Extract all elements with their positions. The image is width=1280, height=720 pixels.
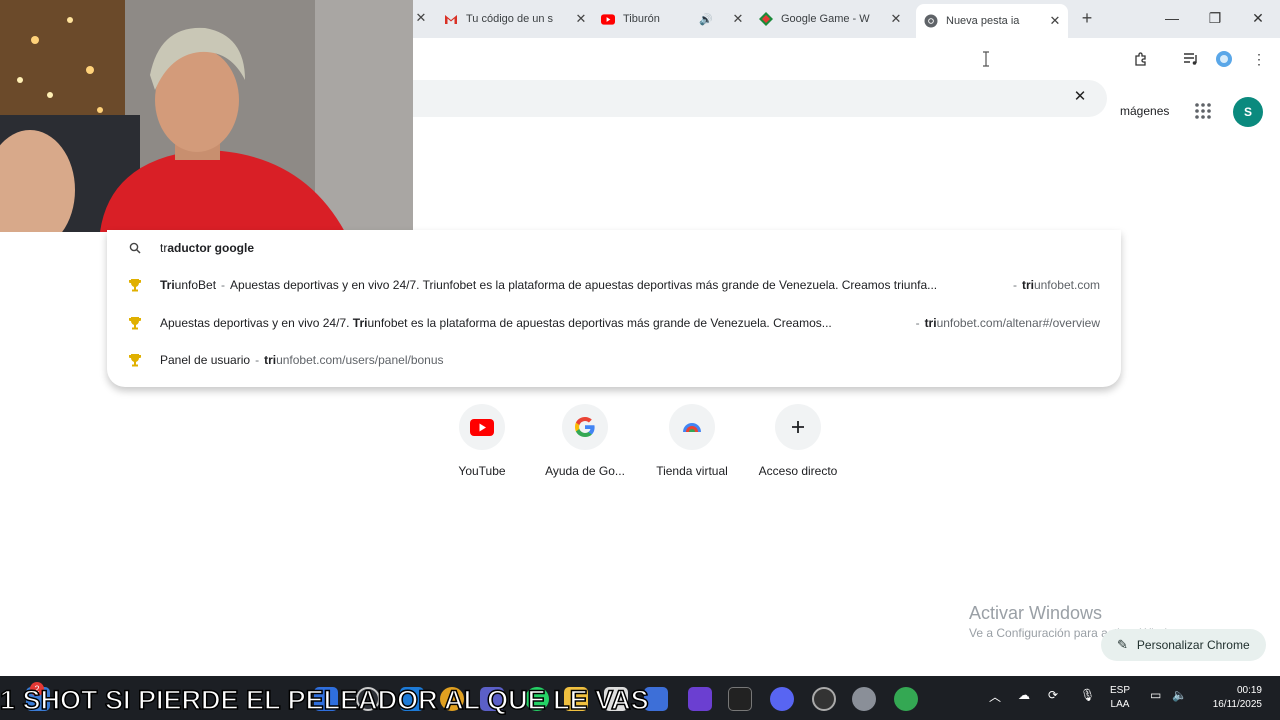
keyboard-layout: LAA bbox=[1110, 699, 1130, 710]
app-icon[interactable] bbox=[688, 687, 712, 711]
shortcut-label: Ayuda de Go... bbox=[545, 464, 625, 478]
plus-icon bbox=[775, 404, 821, 450]
suggestion-url: - triunfobet.com/altenar#/overview bbox=[915, 316, 1100, 330]
clock[interactable]: 00:19 16/11/2025 bbox=[1200, 684, 1262, 712]
close-tab-icon[interactable]: ✕ bbox=[889, 12, 903, 26]
trophy-icon bbox=[127, 315, 143, 331]
youtube-icon bbox=[601, 12, 615, 26]
shortcut-store[interactable]: Tienda virtual bbox=[637, 404, 747, 478]
customize-label: Personalizar Chrome bbox=[1136, 638, 1250, 652]
suggestion-history[interactable]: Apuestas deportivas y en vivo 24/7. Triu… bbox=[107, 305, 1121, 341]
discord-icon[interactable] bbox=[770, 687, 794, 711]
text-cursor-icon bbox=[976, 49, 996, 69]
close-tab-icon[interactable]: ✕ bbox=[574, 12, 588, 26]
images-link[interactable]: mágenes bbox=[1120, 104, 1169, 118]
media-control-icon[interactable] bbox=[1181, 49, 1201, 69]
suggestion-url: - triunfobet.com bbox=[1012, 278, 1100, 292]
sync-icon[interactable]: ⟳ bbox=[1048, 688, 1058, 702]
volume-icon[interactable]: 🔈 bbox=[1172, 688, 1187, 702]
trophy-icon bbox=[127, 277, 143, 293]
omnibox-suggestions: traductor google TriunfoBet - Apuestas dep… bbox=[107, 230, 1121, 387]
tab-title: Nueva pesta ia bbox=[946, 15, 1020, 27]
tab-title: Tiburón bbox=[623, 13, 660, 25]
tab-new-tab[interactable]: Nueva pesta ia ✕ bbox=[916, 4, 1068, 38]
extension-badge-icon[interactable] bbox=[1214, 49, 1234, 69]
obs-icon[interactable] bbox=[812, 687, 836, 711]
apps-grid-icon[interactable] bbox=[1194, 102, 1212, 120]
tab-title: Tu código de un s bbox=[466, 13, 554, 25]
chrome-active-icon[interactable] bbox=[894, 687, 918, 711]
close-tab-icon[interactable]: ✕ bbox=[731, 12, 745, 26]
game-icon bbox=[759, 12, 773, 26]
new-tab-button[interactable]: + bbox=[1078, 9, 1096, 27]
cloud-icon[interactable]: ☁ bbox=[1018, 688, 1030, 702]
language-code: ESP bbox=[1110, 685, 1131, 696]
chevron-up-icon[interactable]: ︿ bbox=[989, 688, 1001, 705]
shortcut-label: YouTube bbox=[458, 464, 506, 478]
clock-time: 00:19 bbox=[1236, 685, 1262, 696]
suggestion-history[interactable]: TriunfoBet - Apuestas deportivas y en vivo… bbox=[107, 267, 1121, 303]
shortcut-add[interactable]: Acceso directo bbox=[743, 404, 853, 478]
pencil-icon: ✎ bbox=[1117, 637, 1128, 652]
webcam-overlay bbox=[0, 0, 413, 232]
trophy-icon bbox=[127, 352, 143, 368]
tab-gmail[interactable]: Tu código de un s ✕ bbox=[444, 6, 594, 32]
epic-games-icon[interactable] bbox=[728, 687, 752, 711]
suggestion-history[interactable]: Panel de usuario - triunfobet.com/users/pa… bbox=[107, 342, 1121, 378]
restore-icon[interactable]: ❐ bbox=[1205, 8, 1225, 28]
speaker-icon[interactable]: 🔊 bbox=[699, 13, 713, 26]
settings-icon[interactable] bbox=[852, 687, 876, 711]
suggestion-text: traductor google bbox=[160, 241, 255, 255]
language-indicator[interactable]: ESP LAA bbox=[1110, 684, 1130, 712]
youtube-icon bbox=[459, 404, 505, 450]
tab-title: Google Game - W bbox=[781, 13, 870, 25]
gmail-icon bbox=[444, 12, 458, 26]
chrome-icon bbox=[924, 14, 938, 28]
close-icon[interactable]: ✕ bbox=[1072, 89, 1088, 105]
suggestion-text: TriunfoBet - Apuestas deportivas y en vivo… bbox=[160, 278, 938, 292]
network-icon[interactable]: ▭ bbox=[1150, 688, 1161, 702]
video-caption: 1 SHOT SI PIERDE EL PELEADOR AL QUE LE V… bbox=[0, 684, 649, 716]
close-window-icon[interactable]: ✕ bbox=[1248, 8, 1268, 28]
suggestion-search[interactable]: traductor google bbox=[107, 230, 1121, 266]
close-tab-icon[interactable]: ✕ bbox=[1048, 14, 1062, 28]
tab-google-game[interactable]: Google Game - W ✕ bbox=[759, 6, 909, 32]
suggestion-text: Panel de usuario - triunfobet.com/users/pa… bbox=[160, 353, 444, 367]
store-icon bbox=[669, 404, 715, 450]
shortcut-google-help[interactable]: Ayuda de Go... bbox=[530, 404, 640, 478]
tab-youtube[interactable]: Tiburón 🔊 ✕ bbox=[601, 6, 751, 32]
extensions-icon[interactable] bbox=[1131, 49, 1151, 69]
shortcut-label: Acceso directo bbox=[758, 464, 838, 478]
search-icon bbox=[127, 240, 143, 256]
clock-date: 16/11/2025 bbox=[1212, 699, 1262, 710]
avatar[interactable]: S bbox=[1233, 97, 1263, 127]
google-icon bbox=[562, 404, 608, 450]
shortcut-youtube[interactable]: YouTube bbox=[427, 404, 537, 478]
close-tab-icon[interactable]: ✕ bbox=[414, 11, 428, 25]
screen: ✕ Tu código de un s ✕ Tiburón 🔊 ✕ Google… bbox=[0, 0, 1280, 720]
microphone-icon[interactable]: 🎙 bbox=[1080, 688, 1095, 702]
minimize-icon[interactable]: — bbox=[1162, 8, 1182, 28]
menu-icon[interactable]: ⋮ bbox=[1249, 49, 1269, 69]
omnibox[interactable] bbox=[413, 80, 1107, 117]
customize-chrome-button[interactable]: ✎ Personalizar Chrome bbox=[1101, 629, 1266, 661]
suggestion-text: Apuestas deportivas y en vivo 24/7. Triu… bbox=[160, 316, 832, 330]
activate-title: Activar Windows bbox=[969, 603, 1103, 623]
shortcut-label: Tienda virtual bbox=[656, 464, 728, 478]
